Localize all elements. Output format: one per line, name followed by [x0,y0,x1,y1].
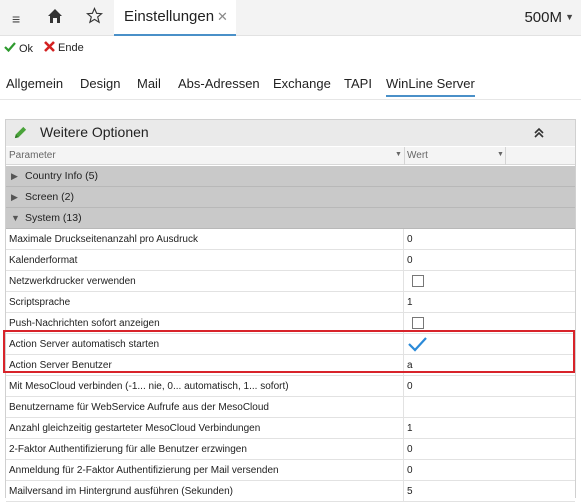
table-row[interactable]: Action Server Benutzer a [6,355,575,376]
param-name: Push-Nachrichten sofort anzeigen [9,318,160,329]
tab-abs-adressen[interactable]: Abs-Adressen [178,76,260,91]
column-divider[interactable] [505,147,506,165]
table-row[interactable]: Scriptsprache 1 [6,292,575,313]
checkbox[interactable] [412,317,424,329]
ok-button[interactable]: Ok [4,41,33,56]
column-divider [403,334,404,355]
column-divider [403,271,404,292]
param-name: Maximale Druckseitenanzahl pro Ausdruck [9,234,198,245]
collapse-up-icon[interactable] [533,126,545,144]
col-parameter[interactable]: Parameter [9,150,56,161]
settings-tabs: Allgemein Design Mail Abs-Adressen Excha… [0,68,581,100]
column-divider [403,439,404,460]
column-divider[interactable] [404,147,405,165]
param-value[interactable]: 0 [407,255,413,266]
ok-label: Ok [19,42,34,55]
tab-label: Einstellungen [124,8,215,25]
param-value[interactable]: 1 [407,423,413,434]
param-value[interactable]: 1 [407,297,413,308]
column-divider [403,355,404,376]
pencil-icon [13,125,28,145]
column-divider [403,397,404,418]
hamburger-icon[interactable]: ≡ [12,11,20,27]
tab-einstellungen[interactable]: Einstellungen ✕ [114,0,236,36]
param-name: Kalenderformat [9,255,78,266]
param-name: 2-Faktor Authentifizierung für alle Benu… [9,444,247,455]
tab-exchange[interactable]: Exchange [273,76,331,91]
group-label: System (13) [25,212,82,224]
check-icon [4,41,16,56]
tab-winline-server[interactable]: WinLine Server [386,76,475,97]
table-row[interactable]: Action Server automatisch starten [6,334,575,355]
home-icon[interactable] [47,8,63,29]
panel-title: Weitere Optionen [40,124,149,140]
param-value[interactable]: a [407,360,413,371]
tab-design[interactable]: Design [80,76,120,91]
ende-button[interactable]: Ende [44,41,84,55]
table-row[interactable]: Push-Nachrichten sofort anzeigen [6,313,575,334]
param-name: Netzwerkdrucker verwenden [9,276,136,287]
column-divider [403,376,404,397]
column-divider [403,250,404,271]
company-selector[interactable]: 500M [524,9,562,26]
table-row[interactable]: Anzahl gleichzeitig gestarteter MesoClou… [6,418,575,439]
group-label: Country Info (5) [25,170,98,182]
ende-label: Ende [58,42,84,54]
table-row[interactable]: Mailversand im Hintergrund ausführen (Se… [6,481,575,502]
group-country-info[interactable]: ▶ Country Info (5) [6,166,575,187]
column-divider [403,313,404,334]
grid-header: Parameter ▼ Wert ▼ [6,147,575,165]
expand-right-icon[interactable]: ▶ [11,192,18,203]
param-name: Scriptsprache [9,297,71,308]
close-icon[interactable]: ✕ [217,9,228,25]
chevron-down-icon[interactable]: ▼ [395,151,402,158]
chevron-down-icon[interactable]: ▼ [497,151,504,158]
table-row[interactable]: Mit MesoCloud verbinden (-1... nie, 0...… [6,376,575,397]
chevron-down-icon[interactable]: ▼ [565,12,574,22]
table-row[interactable]: Kalenderformat 0 [6,250,575,271]
close-x-icon [44,41,55,55]
tab-mail[interactable]: Mail [137,76,161,91]
param-value[interactable]: 0 [407,381,413,392]
param-name: Anmeldung für 2-Faktor Authentifizierung… [9,465,279,476]
param-value[interactable]: 0 [407,234,413,245]
param-name: Anzahl gleichzeitig gestarteter MesoClou… [9,423,261,434]
star-icon[interactable] [85,6,104,29]
param-name: Mailversand im Hintergrund ausführen (Se… [9,486,234,497]
expand-right-icon[interactable]: ▶ [11,171,18,182]
group-label: Screen (2) [25,191,75,203]
table-row[interactable]: Netzwerkdrucker verwenden [6,271,575,292]
options-panel: Weitere Optionen Parameter ▼ Wert ▼ ▶ Co… [5,119,576,502]
top-bar: ≡ Einstellungen ✕ 500M ▼ [0,0,581,36]
param-value[interactable]: 0 [407,465,413,476]
param-name: Mit MesoCloud verbinden (-1... nie, 0...… [9,381,289,392]
table-row[interactable]: Benutzername für WebService Aufrufe aus … [6,397,575,418]
group-system[interactable]: ▼ System (13) [6,208,575,229]
param-name: Benutzername für WebService Aufrufe aus … [9,402,269,413]
column-divider [403,460,404,481]
toolbar: Ok Ende [0,37,581,61]
tab-allgemein[interactable]: Allgemein [6,76,63,91]
param-name: Action Server automatisch starten [9,339,160,350]
panel-header: Weitere Optionen [6,120,575,146]
checkbox[interactable] [412,275,424,287]
tab-tapi[interactable]: TAPI [344,76,372,91]
column-divider [403,481,404,502]
collapse-down-icon[interactable]: ▼ [11,213,20,223]
column-divider [403,229,404,250]
col-wert[interactable]: Wert [407,150,428,161]
param-value[interactable]: 0 [407,444,413,455]
table-row[interactable]: 2-Faktor Authentifizierung für alle Benu… [6,439,575,460]
column-divider [403,418,404,439]
param-value[interactable]: 5 [407,486,413,497]
table-row[interactable]: Maximale Druckseitenanzahl pro Ausdruck … [6,229,575,250]
group-screen[interactable]: ▶ Screen (2) [6,187,575,208]
column-divider [403,292,404,313]
param-name: Action Server Benutzer [9,360,112,371]
table-row[interactable]: Anmeldung für 2-Faktor Authentifizierung… [6,460,575,481]
